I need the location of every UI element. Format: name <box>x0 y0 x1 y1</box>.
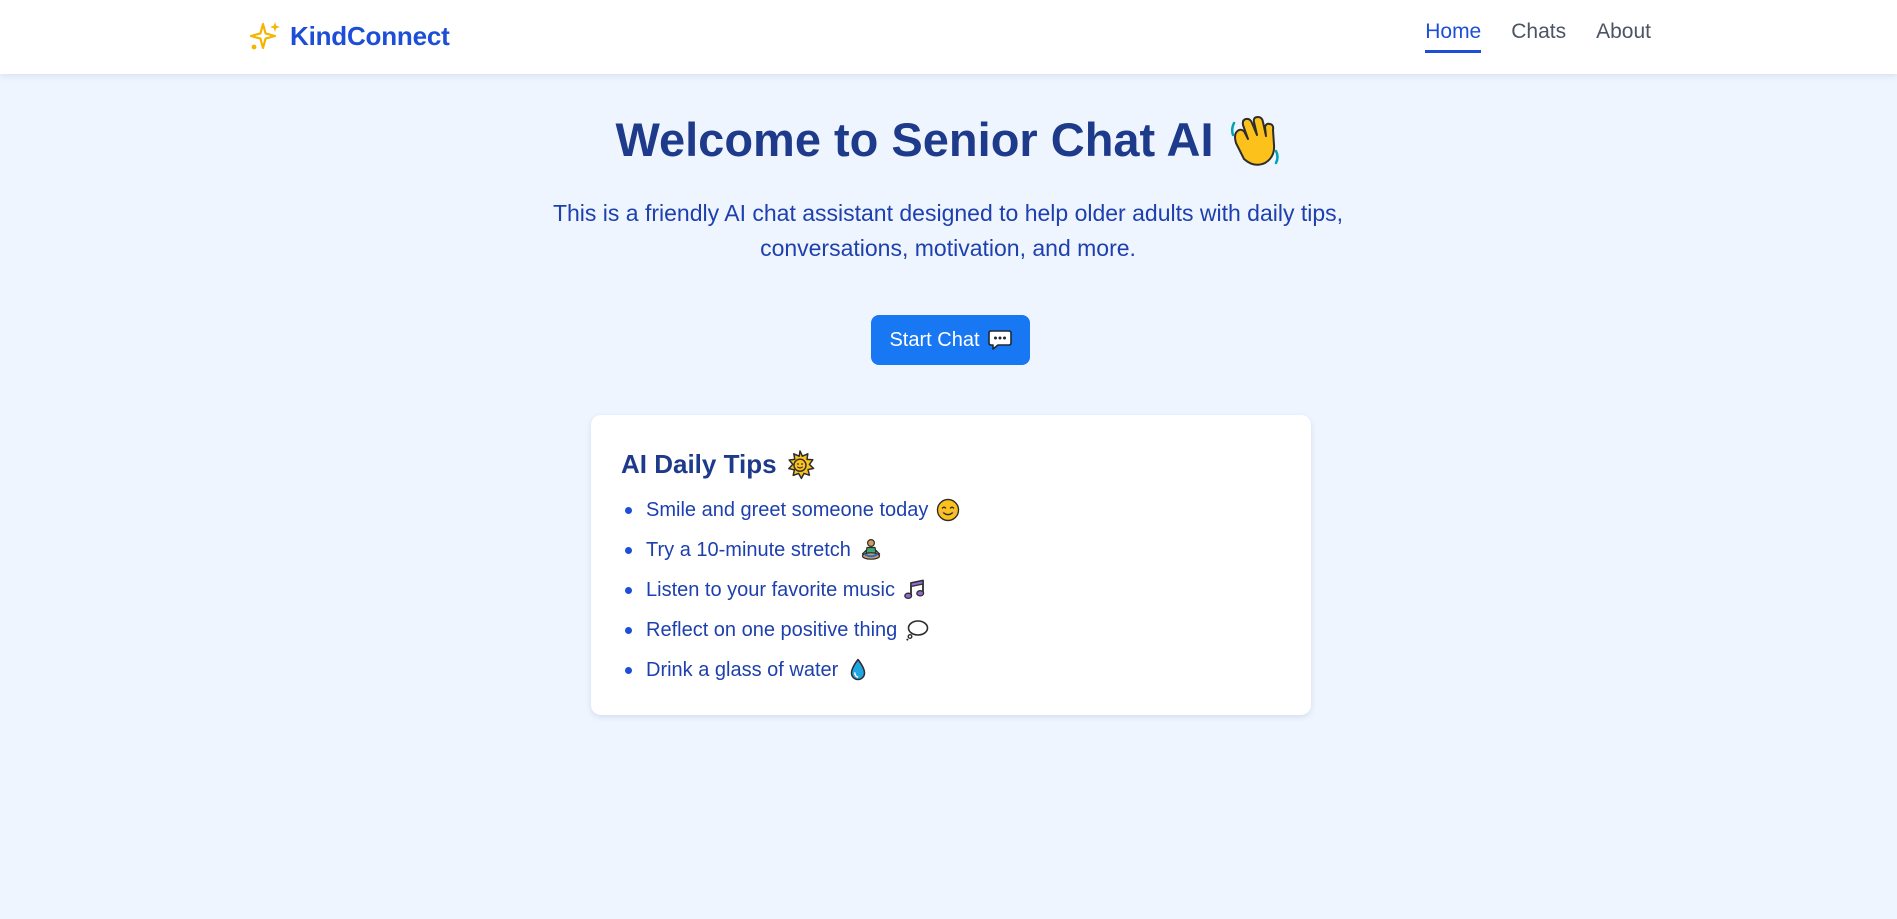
tip-text: Reflect on one positive thing <box>646 618 898 641</box>
tip-text: Listen to your favorite music <box>646 578 895 601</box>
hero-subtitle: This is a friendly AI chat assistant des… <box>552 200 1344 261</box>
tip-text: Smile and greet someone today <box>646 498 929 521</box>
sparkles-icon <box>250 22 280 50</box>
water-drop-icon <box>851 658 866 681</box>
main-nav: Home Chats About <box>1425 20 1651 53</box>
music-notes-icon <box>904 579 925 600</box>
start-chat-label: Start Chat <box>889 328 980 351</box>
tip-item: Drink a glass of water <box>621 650 1281 690</box>
tips-list: Smile and greet someone today Try a 10-m… <box>621 490 1281 690</box>
sun-icon <box>787 449 814 479</box>
tip-item: Reflect on one positive thing <box>621 610 1281 650</box>
nav-link-home[interactable]: Home <box>1425 20 1482 53</box>
tip-text: Try a 10-minute stretch <box>646 538 851 561</box>
tip-item: Try a 10-minute stretch <box>621 530 1281 570</box>
thought-bubble-icon <box>906 620 929 641</box>
nav-link-about[interactable]: About <box>1596 20 1651 53</box>
smiling-face-icon <box>937 498 960 522</box>
tips-heading-text: AI Daily Tips <box>621 449 777 479</box>
tip-item: Listen to your favorite music <box>621 570 1281 610</box>
meditation-icon <box>861 538 881 560</box>
brand-name: KindConnect <box>290 20 450 51</box>
top-navbar: KindConnect Home Chats About <box>0 0 1897 74</box>
hero-title: Welcome to Senior Chat AI <box>0 112 1897 167</box>
speech-bubble-icon <box>987 330 1012 350</box>
tip-text: Drink a glass of water <box>646 658 839 681</box>
start-chat-button[interactable]: Start Chat <box>871 315 1030 365</box>
brand-logo[interactable]: KindConnect <box>250 20 450 52</box>
tip-item: Smile and greet someone today <box>621 490 1281 530</box>
hero-title-text: Welcome to Senior Chat AI <box>615 113 1214 166</box>
tips-heading: AI Daily Tips <box>621 449 1281 480</box>
waving-hand-icon <box>1230 115 1279 166</box>
daily-tips-card: AI Daily Tips Smile and greet someone to… <box>591 415 1311 715</box>
nav-link-chats[interactable]: Chats <box>1511 20 1566 53</box>
